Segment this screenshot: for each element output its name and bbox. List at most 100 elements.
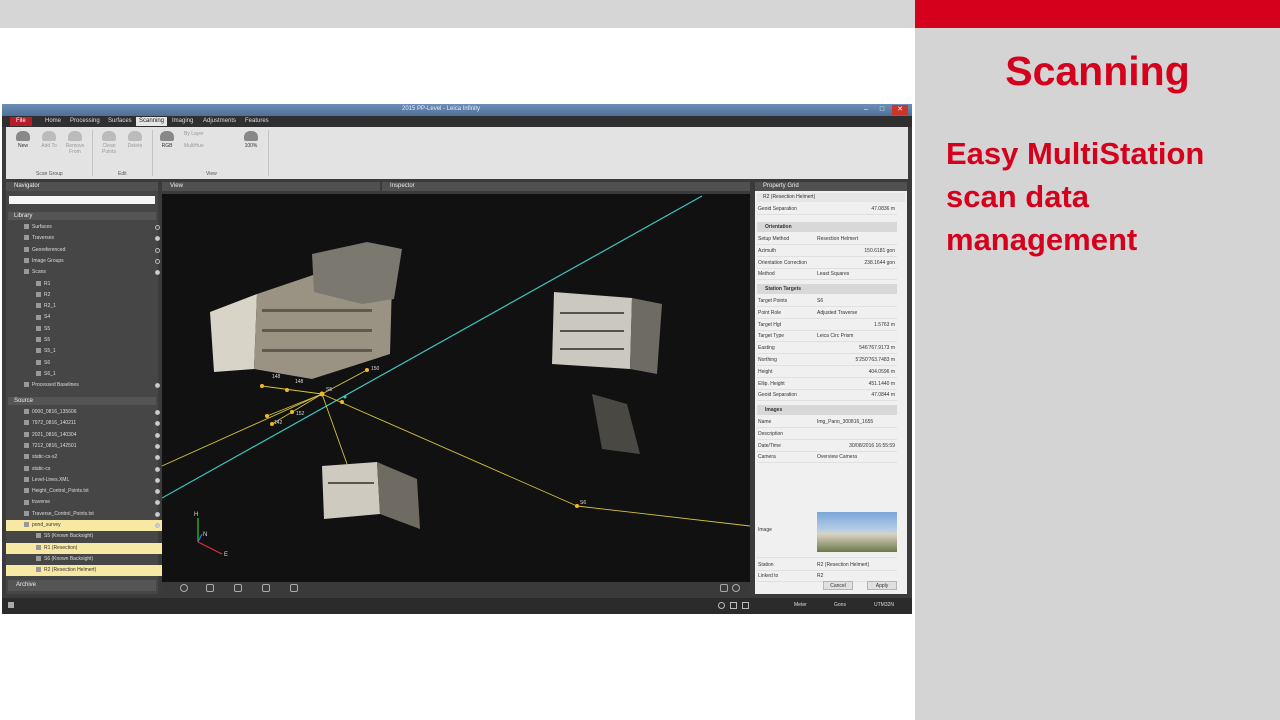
tree-item[interactable]: Traverse_Control_Points.txt [6,509,164,520]
tree-item[interactable]: Georeferenced [6,245,164,256]
tree-item[interactable]: 2021_0816_140304 [6,430,164,441]
close-button[interactable]: ✕ [892,105,908,115]
selection-dropdown[interactable]: R2 (Resection Helmert) [757,193,905,202]
property-value[interactable]: 238.1644 gon [817,258,895,269]
images-group[interactable]: Images [757,405,897,415]
clean-points-button[interactable]: Clean Points [96,131,122,155]
menu-processing[interactable]: Processing [67,118,103,124]
menu-surfaces[interactable]: Surfaces [105,118,135,124]
visibility-eye-icon[interactable] [155,236,160,242]
visibility-eye-icon[interactable] [155,523,160,528]
property-value[interactable]: Img_Pano_300816_1655 [817,417,897,428]
zoom-button[interactable]: 100% [238,131,264,149]
tree-item[interactable]: Traverses [6,233,164,244]
rgb-button[interactable]: RGB [154,131,180,149]
tree-item[interactable]: static-cs-s2 [6,452,164,463]
status-tool-icon[interactable] [718,602,725,609]
visibility-eye-icon[interactable] [155,258,160,264]
select-tool-icon[interactable] [206,584,214,592]
apply-button[interactable]: Apply [867,581,897,590]
property-value[interactable]: Adjusted Traverse [817,308,897,319]
remove-from-button[interactable]: Remove From [62,131,88,155]
station-targets-group[interactable]: Station Targets [757,284,897,294]
tab-view[interactable]: View [162,182,380,191]
tree-item[interactable]: S6_1 [6,369,176,380]
menu-imaging[interactable]: Imaging [169,118,196,124]
visibility-eye-icon[interactable] [155,477,160,483]
visibility-eye-icon[interactable] [155,432,160,438]
visibility-eye-icon[interactable] [155,247,160,253]
cancel-button[interactable]: Cancel [823,581,853,590]
multihue-option[interactable]: MultiHue [184,143,234,149]
tree-item[interactable]: Height_Control_Points.txt [6,486,164,497]
source-section[interactable]: Source [8,397,156,405]
by-layer-option[interactable]: By Layer [184,131,234,137]
property-value[interactable]: 47.0844 m [817,390,895,401]
visibility-eye-icon[interactable] [155,410,160,415]
orientation-group[interactable]: Orientation [757,222,897,232]
fullscreen-icon[interactable] [720,584,728,592]
tree-item[interactable]: S5_1 [6,346,176,357]
property-value[interactable]: Leica Circ Prism [817,331,897,342]
maximize-button[interactable]: □ [874,105,890,115]
property-value[interactable]: 546'767.9173 m [817,343,895,354]
tree-item[interactable]: 0000_0816_135606 [6,407,164,418]
tree-item[interactable]: R2 [6,290,176,301]
layer-tool-icon[interactable] [262,584,270,592]
visibility-eye-icon[interactable] [155,511,160,517]
visibility-eye-icon[interactable] [155,455,160,461]
tree-item[interactable]: S5 (Known Backsight) [6,531,176,542]
tree-item[interactable]: R1 [6,279,176,290]
projection-selector[interactable]: UTM32N [874,602,894,608]
property-value[interactable]: Resection Helmert [817,234,897,245]
property-value[interactable]: 5'250'763.7483 m [817,355,895,366]
3d-viewport[interactable]: 150 148 148 S5 152 142 S6 H N E [162,194,750,582]
tree-item[interactable]: S4 [6,312,176,323]
navigator-search-input[interactable] [9,196,155,204]
tree-item[interactable]: Surfaces [6,222,164,233]
property-value[interactable]: S6 [817,296,897,307]
menu-features[interactable]: Features [242,118,272,124]
visibility-eye-icon[interactable] [155,270,160,276]
library-section[interactable]: Library [8,212,156,220]
tree-item[interactable]: Level-Lines.XML [6,475,164,486]
tree-item[interactable]: S6 (Known Backsight) [6,554,176,565]
visibility-eye-icon[interactable] [155,489,160,495]
tree-item[interactable]: S5 [6,324,176,335]
minimize-button[interactable]: – [858,105,874,115]
tree-item[interactable]: Processed Baselines [6,380,164,391]
property-value[interactable]: 30/08/2016 16:55:59 [817,441,895,452]
visibility-eye-icon[interactable] [155,443,160,449]
visibility-eye-icon[interactable] [155,421,160,427]
tab-inspector[interactable]: Inspector [382,182,750,191]
status-tool-icon[interactable] [742,602,749,609]
tree-item[interactable]: R2_1 [6,301,176,312]
tree-item[interactable]: traverse [6,497,164,508]
property-value[interactable]: 150.6181 gon [817,246,895,257]
archive-section[interactable]: Archive [8,580,156,591]
property-value[interactable]: 404.0596 m [817,367,895,378]
visibility-eye-icon[interactable] [155,225,160,230]
add-to-button[interactable]: Add To [36,131,62,149]
visibility-eye-icon[interactable] [155,466,160,472]
menu-scanning[interactable]: Scanning [136,117,168,126]
property-value[interactable]: Least Squares [817,269,897,280]
angle-selector[interactable]: Gons [834,602,846,608]
visibility-eye-icon[interactable] [155,383,160,389]
tree-item[interactable]: R2 (Resection Helmert) [6,565,176,577]
tree-item[interactable]: pond_survey [6,520,164,531]
tree-item[interactable]: Image Groups [6,256,164,267]
menu-home[interactable]: Home [42,118,64,124]
tree-item[interactable]: S6 [6,358,176,369]
overview-camera-image[interactable] [817,512,897,552]
property-value[interactable]: 1.5763 m [817,320,895,331]
tree-item[interactable]: Scans [6,267,164,278]
pan-tool-icon[interactable] [234,584,242,592]
tree-item[interactable]: static-cs [6,464,164,475]
new-scan-group-button[interactable]: New [10,131,36,149]
tree-item[interactable]: R1 (Resection) [6,542,176,554]
menu-adjustments[interactable]: Adjustments [200,118,239,124]
tree-item[interactable]: 7212_0816_142501 [6,441,164,452]
property-value[interactable]: 451.1440 m [817,379,895,390]
unit-selector[interactable]: Meter [794,602,807,608]
